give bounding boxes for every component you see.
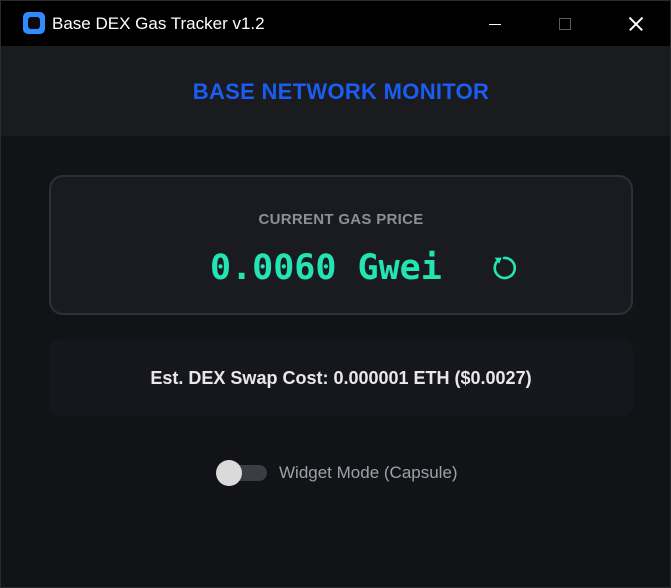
app-icon [23, 12, 45, 34]
window-title: Base DEX Gas Tracker v1.2 [52, 14, 265, 33]
gas-price-card: CURRENT GAS PRICE 0.0060 Gwei [49, 175, 633, 315]
maximize-button[interactable] [537, 1, 593, 46]
close-button[interactable] [607, 1, 663, 46]
gas-price-value: 0.0060 Gwei [210, 248, 442, 288]
widget-mode-label: Widget Mode (Capsule) [279, 463, 458, 482]
page-title: BASE NETWORK MONITOR [192, 79, 490, 104]
header-band: BASE NETWORK MONITOR [1, 46, 670, 136]
widget-mode-toggle[interactable] [216, 460, 268, 486]
gas-price-label: CURRENT GAS PRICE [258, 211, 424, 228]
toggle-knob [216, 460, 242, 486]
swap-cost-text: Est. DEX Swap Cost: 0.000001 ETH ($0.002… [150, 368, 532, 388]
minimize-button[interactable] [467, 1, 523, 46]
title-bar[interactable]: Base DEX Gas Tracker v1.2 [1, 1, 670, 46]
refresh-icon[interactable] [491, 255, 517, 281]
swap-cost-card: Est. DEX Swap Cost: 0.000001 ETH ($0.002… [49, 339, 633, 416]
app-window: Base DEX Gas Tracker v1.2 BASE NETWORK M… [0, 0, 671, 588]
